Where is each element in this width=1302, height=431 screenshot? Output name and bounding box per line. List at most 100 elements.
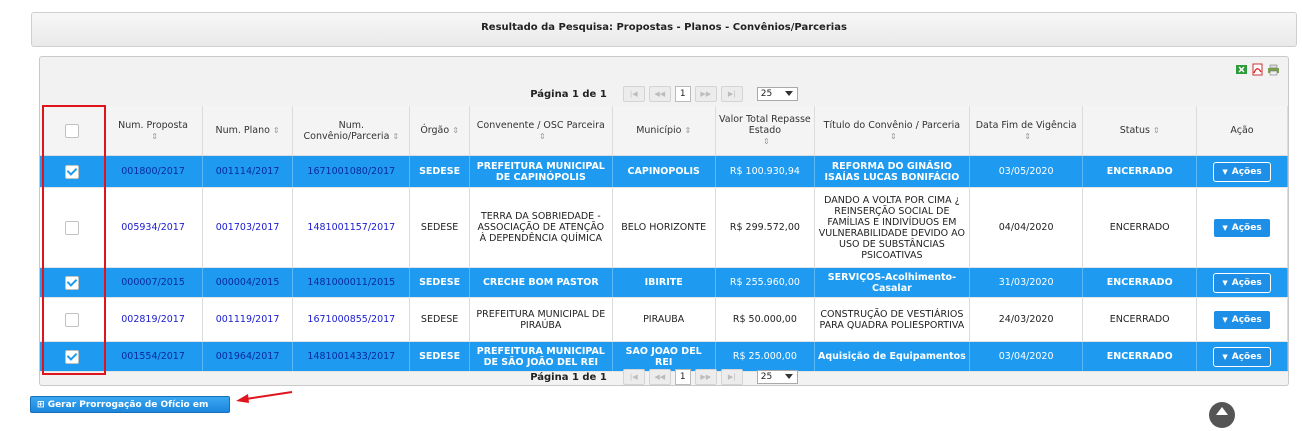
cell-convenente: PREFEITURA MUNICIPAL DE PIRAÚBA [469, 297, 613, 342]
actions-dropdown-button[interactable]: ▼ Ações [1213, 272, 1271, 293]
sort-icon: ⇕ [452, 126, 459, 135]
cell-convenio[interactable]: 1481000011/2015 [292, 267, 411, 298]
actions-dropdown-button[interactable]: ▼ Ações [1213, 346, 1271, 367]
cell-convenio[interactable]: 1481001157/2017 [292, 187, 411, 268]
col-orgao[interactable]: Órgão ⇕ [409, 106, 471, 156]
pdf-icon[interactable] [1251, 63, 1264, 76]
cell-proposta[interactable]: 005934/2017 [104, 187, 203, 268]
cell-orgao: SEDESE [409, 187, 471, 268]
caret-down-icon: ▼ [1222, 315, 1228, 324]
sort-icon: ⇕ [1153, 126, 1160, 135]
cell-plano[interactable]: 001114/2017 [202, 155, 294, 188]
cell-titulo: CONSTRUÇÃO DE VESTIÁRIOS PARA QUADRA POL… [814, 297, 970, 342]
cell-orgao: SEDESE [409, 267, 471, 298]
cell-plano[interactable]: 001119/2017 [202, 297, 294, 342]
pager-label: Página 1 de 1 [530, 371, 607, 383]
results-header-panel: Resultado da Pesquisa: Propostas - Plano… [31, 12, 1297, 47]
print-icon[interactable] [1267, 63, 1280, 76]
cell-municipio: CAPINOPOLIS [612, 155, 716, 188]
sort-icon: ⇕ [890, 131, 897, 141]
generate-batch-extension-button[interactable]: ⊞ Gerar Prorrogação de Ofício em Lote [30, 396, 230, 427]
page-number[interactable]: 1 [674, 86, 691, 102]
sort-icon: ⇕ [151, 131, 158, 141]
cell-proposta[interactable]: 002819/2017 [104, 297, 203, 342]
cell-titulo: SERVIÇOS-Acolhimento-Casalar [814, 267, 970, 298]
cell-valor: R$ 255.960,00 [715, 267, 815, 298]
export-toolbar [1235, 63, 1280, 76]
cell-convenio[interactable]: 1671000855/2017 [292, 297, 411, 342]
col-municipio[interactable]: Município ⇕ [612, 106, 716, 156]
cell-titulo: REFORMA DO GINÁSIO ISAÍAS LUCAS BONIFÁCI… [814, 155, 970, 188]
col-convenente[interactable]: Convenente / OSC Parceira ⇕ [469, 106, 613, 156]
next-page-button[interactable]: ▶▶ [694, 86, 717, 102]
col-acao: Ação [1196, 106, 1288, 156]
cell-data-fim: 24/03/2020 [969, 297, 1084, 342]
cell-status: ENCERRADO [1082, 187, 1198, 268]
col-convenio[interactable]: Num. Convênio/Parceria ⇕ [292, 106, 411, 156]
cell-acao: ▼ Ações [1196, 297, 1288, 342]
sort-icon: ⇕ [763, 137, 770, 146]
cell-municipio: PIRAUBA [612, 297, 716, 342]
cell-proposta[interactable]: 000007/2015 [104, 267, 203, 298]
cell-acao: ▼ Ações [1196, 267, 1288, 298]
prev-page-button[interactable]: ◀◀ [648, 86, 671, 102]
results-grid: Página 1 de 1 |◀ ◀◀ 1 ▶▶ ▶| 25 Num. Prop… [39, 56, 1289, 386]
cell-municipio: BELO HORIZONTE [612, 187, 716, 268]
sort-icon: ⇕ [538, 131, 546, 141]
cell-plano[interactable]: 000004/2015 [202, 267, 294, 298]
first-page-button[interactable]: |◀ [622, 86, 645, 102]
actions-dropdown-button[interactable]: ▼ Ações [1213, 161, 1271, 182]
excel-icon[interactable] [1235, 63, 1248, 76]
cell-proposta[interactable]: 001800/2017 [104, 155, 203, 188]
actions-dropdown-button[interactable]: ▼ Ações [1213, 309, 1271, 330]
cell-titulo: DANDO A VOLTA POR CIMA ¿ REINSERÇÃO SOCI… [814, 187, 970, 268]
cell-convenente: CRECHE BOM PASTOR [469, 267, 613, 298]
page-size-select[interactable]: 25 [756, 87, 798, 101]
sort-icon: ⇕ [1024, 131, 1031, 141]
cell-valor: R$ 299.572,00 [715, 187, 815, 268]
table-row[interactable]: 005934/2017 001703/2017 1481001157/2017 SED… [40, 187, 1288, 268]
cell-status: ENCERRADO [1082, 267, 1198, 298]
plus-icon: ⊞ [37, 400, 48, 410]
cell-convenio[interactable]: 1671001080/2017 [292, 155, 411, 188]
caret-down-icon: ▼ [1222, 278, 1228, 287]
cell-orgao: SEDESE [409, 155, 471, 188]
page-title: Resultado da Pesquisa: Propostas - Plano… [481, 22, 847, 33]
caret-down-icon: ▼ [1222, 223, 1228, 232]
last-page-button[interactable]: ▶| [720, 86, 743, 102]
cell-acao: ▼ Ações [1196, 187, 1288, 268]
page-size-select[interactable]: 25 [756, 370, 798, 384]
cell-status: ENCERRADO [1082, 155, 1198, 188]
scroll-top-icon[interactable] [1209, 402, 1235, 428]
actions-dropdown-button[interactable]: ▼ Ações [1213, 217, 1271, 238]
cell-data-fim: 31/03/2020 [969, 267, 1084, 298]
first-page-button[interactable]: |◀ [622, 369, 645, 385]
checkbox-column-highlight [42, 105, 106, 375]
table-row[interactable]: 000007/2015 000004/2015 1481000011/2015 SED… [40, 267, 1288, 298]
sort-icon: ⇕ [392, 131, 400, 141]
cell-valor: R$ 50.000,00 [715, 297, 815, 342]
col-proposta[interactable]: Num. Proposta ⇕ [104, 106, 203, 156]
col-valor[interactable]: Valor Total Repasse Estado ⇕ [715, 106, 815, 156]
page-number[interactable]: 1 [674, 369, 691, 385]
table-row[interactable]: 002819/2017 001119/2017 1671000855/2017 SED… [40, 297, 1288, 342]
next-page-button[interactable]: ▶▶ [694, 369, 717, 385]
caret-down-icon: ▼ [1222, 352, 1228, 361]
col-status[interactable]: Status ⇕ [1082, 106, 1198, 156]
sort-icon: ⇕ [684, 126, 692, 135]
cell-convenente: PREFEITURA MUNICIPAL DE CAPINÓPOLIS [469, 155, 613, 188]
cell-data-fim: 04/04/2020 [969, 187, 1084, 268]
pager-top: Página 1 de 1 |◀ ◀◀ 1 ▶▶ ▶| 25 [40, 84, 1288, 104]
col-titulo[interactable]: Título do Convênio / Parceria ⇕ [814, 106, 970, 156]
last-page-button[interactable]: ▶| [720, 369, 743, 385]
table-row[interactable]: 001800/2017 001114/2017 1671001080/2017 SED… [40, 155, 1288, 188]
col-data-fim[interactable]: Data Fim de Vigência ⇕ [969, 106, 1084, 156]
col-plano[interactable]: Num. Plano ⇕ [202, 106, 294, 156]
cell-plano[interactable]: 001703/2017 [202, 187, 294, 268]
results-table: Num. Proposta ⇕ Num. Plano ⇕ Num. Convênio… [40, 106, 1288, 372]
prev-page-button[interactable]: ◀◀ [648, 369, 671, 385]
annotation-arrow-icon [236, 391, 293, 403]
cell-status: ENCERRADO [1082, 297, 1198, 342]
pager-label: Página 1 de 1 [530, 88, 607, 100]
cell-valor: R$ 100.930,94 [715, 155, 815, 188]
